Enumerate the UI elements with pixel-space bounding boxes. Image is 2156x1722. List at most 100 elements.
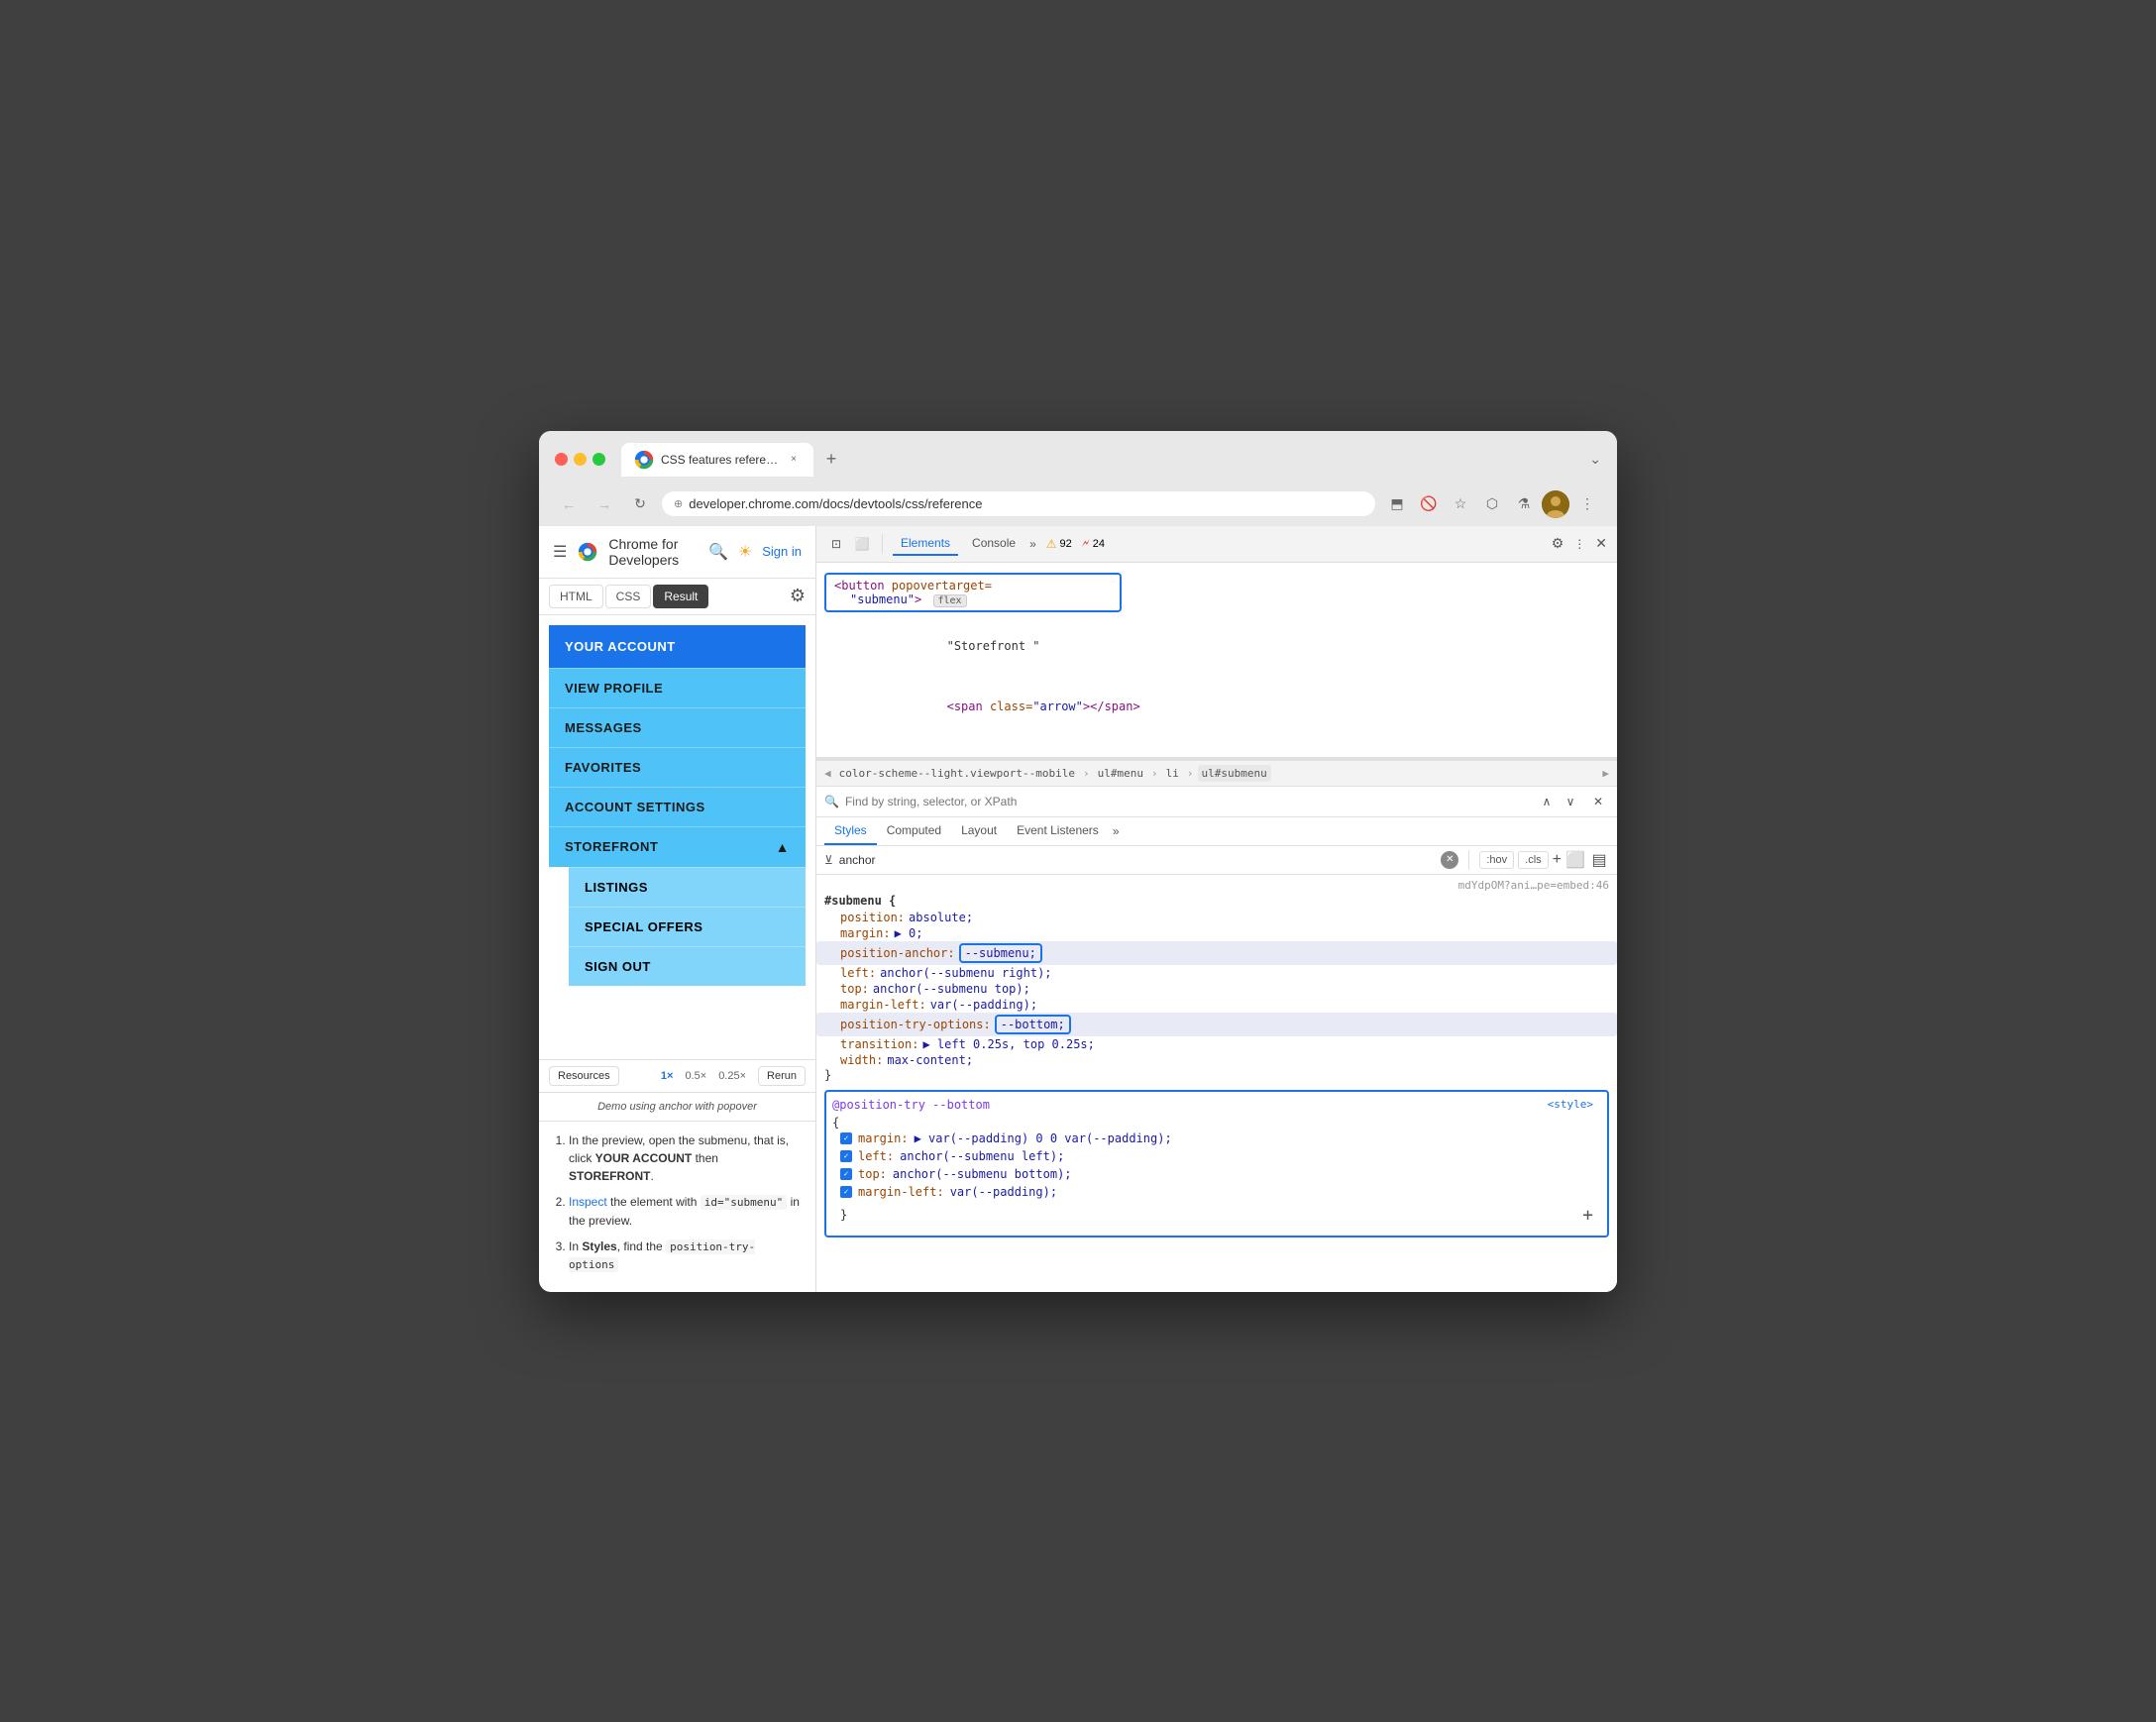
prop-name-margin[interactable]: margin: xyxy=(840,926,891,940)
tab-close-button[interactable]: × xyxy=(786,452,802,468)
new-tab-button[interactable]: + xyxy=(817,446,845,474)
styles-filter-input[interactable] xyxy=(839,853,1436,867)
forward-button[interactable]: → xyxy=(591,490,618,518)
your-account-button[interactable]: YOUR ACCOUNT xyxy=(549,625,806,668)
tab-css[interactable]: CSS xyxy=(605,585,652,608)
filter-prev-button[interactable]: ∧ xyxy=(1536,791,1558,812)
breadcrumb-item-1[interactable]: color-scheme--light.viewport--mobile xyxy=(835,765,1079,782)
theme-icon[interactable]: ☀ xyxy=(738,542,752,562)
cls-button[interactable]: .cls xyxy=(1518,851,1549,869)
prop-name-transition[interactable]: transition: xyxy=(840,1037,918,1051)
prop-name-position[interactable]: position: xyxy=(840,911,905,924)
pt-prop-val-top[interactable]: anchor(--submenu bottom); xyxy=(893,1167,1072,1181)
close-traffic-light[interactable] xyxy=(555,453,568,466)
tab-computed[interactable]: Computed xyxy=(877,817,951,845)
breadcrumb-arrow-right[interactable]: ▶ xyxy=(1602,767,1609,780)
pt-prop-name-top[interactable]: top: xyxy=(858,1167,887,1181)
more-options-icon[interactable]: ⋮ xyxy=(1569,534,1589,554)
more-styles-tabs[interactable]: » xyxy=(1113,824,1120,838)
computed-sidebar-icon[interactable]: ▤ xyxy=(1589,850,1609,870)
more-tabs-button[interactable]: » xyxy=(1029,537,1036,551)
zoom-025x-button[interactable]: 0.25× xyxy=(714,1068,750,1084)
search-icon[interactable]: 🔍 xyxy=(708,542,728,562)
view-profile-item[interactable]: VIEW PROFILE xyxy=(549,668,806,707)
breadcrumb-item-2[interactable]: ul#menu xyxy=(1094,765,1147,782)
pt-prop-val-margin-left[interactable]: var(--padding); xyxy=(950,1185,1057,1199)
tab-event-listeners[interactable]: Event Listeners xyxy=(1007,817,1109,845)
resources-button[interactable]: Resources xyxy=(549,1066,619,1086)
close-devtools-icon[interactable]: ✕ xyxy=(1595,535,1607,552)
tab-console[interactable]: Console xyxy=(964,532,1024,556)
maximize-traffic-light[interactable] xyxy=(593,453,605,466)
storefront-item[interactable]: STOREFRONT ▲ xyxy=(549,826,806,867)
menu-icon[interactable]: ⋮ xyxy=(1573,490,1601,518)
style-source-link[interactable]: <style> xyxy=(1548,1098,1601,1111)
camera-off-icon[interactable]: 🚫 xyxy=(1415,490,1443,518)
pt-prop-name-left[interactable]: left: xyxy=(858,1149,894,1163)
new-style-rule-icon[interactable]: ⬜ xyxy=(1565,850,1585,870)
prop-checkbox-top[interactable]: ✓ xyxy=(840,1168,852,1180)
active-tab[interactable]: CSS features reference | Chr × xyxy=(621,443,813,477)
prop-value-transition[interactable]: ▶ left 0.25s, top 0.25s; xyxy=(922,1037,1094,1051)
breadcrumb-item-3[interactable]: li xyxy=(1162,765,1183,782)
tab-elements[interactable]: Elements xyxy=(893,532,958,556)
minimize-traffic-light[interactable] xyxy=(574,453,587,466)
pt-prop-val-margin[interactable]: ▶ var(--padding) 0 0 var(--padding); xyxy=(915,1131,1172,1145)
selector-filter-input[interactable] xyxy=(845,795,1530,808)
breadcrumb-item-4[interactable]: ul#submenu xyxy=(1198,765,1271,782)
inspect-link[interactable]: Inspect xyxy=(569,1195,607,1209)
tab-layout[interactable]: Layout xyxy=(951,817,1007,845)
prop-value-margin[interactable]: ▶ 0; xyxy=(895,926,923,940)
pt-prop-name-margin[interactable]: margin: xyxy=(858,1131,909,1145)
back-button[interactable]: ← xyxy=(555,490,583,518)
prop-name-margin-left[interactable]: margin-left: xyxy=(840,998,926,1012)
lab-icon[interactable]: ⚗ xyxy=(1510,490,1538,518)
inspect-element-icon[interactable]: ⊡ xyxy=(826,534,846,554)
prop-value-position[interactable]: absolute; xyxy=(909,911,973,924)
prop-value-position-try-options[interactable]: --bottom; xyxy=(995,1015,1071,1034)
tab-result[interactable]: Result xyxy=(653,585,708,608)
rerun-button[interactable]: Rerun xyxy=(758,1066,806,1086)
prop-value-top[interactable]: anchor(--submenu top); xyxy=(873,982,1030,996)
tab-html[interactable]: HTML xyxy=(549,585,603,608)
prop-value-width[interactable]: max-content; xyxy=(887,1053,973,1067)
rule-selector[interactable]: #submenu { xyxy=(816,892,1617,910)
pt-prop-val-left[interactable]: anchor(--submenu left); xyxy=(900,1149,1064,1163)
clear-filter-button[interactable]: ✕ xyxy=(1441,851,1458,869)
sign-out-item[interactable]: SIGN OUT xyxy=(569,946,806,986)
cast-icon[interactable]: ⬒ xyxy=(1383,490,1411,518)
avatar[interactable] xyxy=(1542,490,1569,518)
prop-value-left[interactable]: anchor(--submenu right); xyxy=(880,966,1051,980)
prop-checkbox-margin[interactable]: ✓ xyxy=(840,1132,852,1144)
add-rule-button[interactable]: + xyxy=(1582,1205,1593,1226)
zoom-05x-button[interactable]: 0.5× xyxy=(681,1068,710,1084)
bookmark-icon[interactable]: ☆ xyxy=(1447,490,1474,518)
url-bar[interactable]: ⊕ developer.chrome.com/docs/devtools/css… xyxy=(662,491,1375,516)
filter-close-button[interactable]: ✕ xyxy=(1587,791,1609,812)
prop-name-position-try-options[interactable]: position-try-options: xyxy=(840,1018,991,1031)
prop-name-left[interactable]: left: xyxy=(840,966,876,980)
pt-prop-name-margin-left[interactable]: margin-left: xyxy=(858,1185,944,1199)
settings-icon[interactable]: ⚙ xyxy=(790,586,806,606)
filter-next-button[interactable]: ∨ xyxy=(1560,791,1581,812)
reload-button[interactable]: ↻ xyxy=(626,490,654,518)
hamburger-icon[interactable]: ☰ xyxy=(553,542,567,562)
favorites-item[interactable]: FAVORITES xyxy=(549,747,806,787)
hov-button[interactable]: :hov xyxy=(1479,851,1514,869)
prop-checkbox-left[interactable]: ✓ xyxy=(840,1150,852,1162)
extension-icon[interactable]: ⬡ xyxy=(1478,490,1506,518)
breadcrumb-arrow-left[interactable]: ◀ xyxy=(824,767,831,780)
prop-name-position-anchor[interactable]: position-anchor: xyxy=(840,946,955,960)
messages-item[interactable]: MESSAGES xyxy=(549,707,806,747)
device-toolbar-icon[interactable]: ⬜ xyxy=(852,534,872,554)
chevron-down-icon[interactable]: ⌄ xyxy=(1589,451,1601,468)
sign-in-button[interactable]: Sign in xyxy=(762,544,802,559)
tab-styles[interactable]: Styles xyxy=(824,817,877,845)
listings-item[interactable]: LISTINGS xyxy=(569,867,806,907)
zoom-1x-button[interactable]: 1× xyxy=(657,1068,678,1084)
prop-name-width[interactable]: width: xyxy=(840,1053,883,1067)
settings-gear-icon[interactable]: ⚙ xyxy=(1552,535,1564,552)
add-style-icon[interactable]: + xyxy=(1553,851,1562,869)
account-settings-item[interactable]: ACCOUNT SETTINGS xyxy=(549,787,806,826)
prop-value-position-anchor[interactable]: --submenu; xyxy=(959,943,1042,963)
